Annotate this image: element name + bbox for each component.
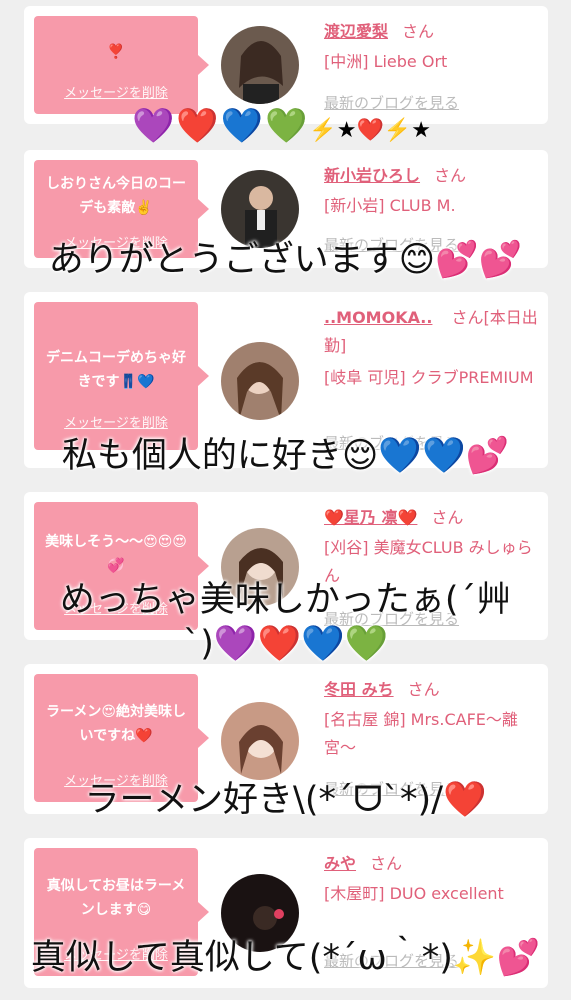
avatar[interactable] <box>221 702 299 780</box>
user-name[interactable]: ❤️星乃 凛❤️ <box>324 508 417 527</box>
shop-name: [岐阜 可児] クラブPREMIUM <box>324 368 534 387</box>
shop-name: [新小岩] CLUB M. <box>324 196 456 215</box>
user-name[interactable]: みや <box>324 854 356 873</box>
overlay-caption: 私も個人的に好き😌💙💙💕 <box>61 436 510 476</box>
honorific: さん <box>434 166 467 185</box>
message-text: 美味しそう〜〜😍😍😍💞 <box>45 534 187 574</box>
user-info: みや さん [木屋町] DUO excellent <box>324 850 538 908</box>
overlay-caption: めっちゃ美味しかったぁ(´艸 <box>59 580 512 620</box>
avatar[interactable] <box>221 342 299 420</box>
user-info: ..MOMOKA.. さん[本日出勤] [岐阜 可児] クラブPREMIUM <box>324 304 538 392</box>
overlay-caption: ありがとうございます😊💕💕 <box>48 240 523 280</box>
message-bubble: デニムコーデめちゃ好きです👖💙 メッセージを削除 <box>34 302 209 450</box>
message-text: しおりさん今日のコーデも素敵✌️ <box>46 176 186 216</box>
blue-heart-icon: 💙 <box>220 106 264 146</box>
honorific: さん <box>370 854 403 873</box>
honorific: さん <box>407 680 440 699</box>
user-name[interactable]: 渡辺愛梨 <box>324 22 388 41</box>
overlay-caption: `)💜❤️💙💚 <box>182 624 389 664</box>
red-heart-icon: ❤️ <box>176 106 219 146</box>
user-name[interactable]: 新小岩ひろし <box>324 166 420 185</box>
green-heart-icon: 💚 <box>265 106 308 146</box>
hearts-sticker: 💜❤️💙💚⚡️★❤️⚡️★ <box>132 106 433 151</box>
sparkle-heart-icon: ⚡️★❤️⚡️★ <box>309 118 431 143</box>
shop-name: [中洲] Liebe Ort <box>324 52 448 71</box>
message-text: デニムコーデめちゃ好きです👖💙 <box>46 350 186 390</box>
user-info: 新小岩ひろし さん [新小岩] CLUB M. <box>324 162 538 220</box>
message-text: ラーメン😍絶対美味しいですね❤️ <box>45 704 187 744</box>
shop-name: [木屋町] DUO excellent <box>324 884 504 903</box>
purple-heart-icon: 💜 <box>132 106 175 146</box>
user-name[interactable]: 冬田 みち <box>324 680 394 699</box>
avatar[interactable] <box>221 26 299 104</box>
honorific: さん <box>402 22 435 41</box>
user-info: 渡辺愛梨 さん [中洲] Liebe Ort <box>324 18 538 76</box>
overlay-caption: ラーメン好き\(*ˊᗜˋ*)/❤️ <box>84 780 487 820</box>
user-name[interactable]: ..MOMOKA.. <box>324 308 432 327</box>
delete-message-link[interactable]: メッセージを削除 <box>34 82 198 106</box>
avatar[interactable] <box>221 170 299 248</box>
message-bubble: ❣️ メッセージを削除 <box>34 16 209 114</box>
delete-message-link[interactable]: メッセージを削除 <box>34 412 198 436</box>
user-info: ❤️星乃 凛❤️ さん [刈谷] 美魔女CLUB みしゅらん <box>324 504 538 590</box>
shop-name: [名古屋 錦] Mrs.CAFE〜離宮〜 <box>324 710 518 757</box>
message-text: ❣️ <box>107 44 125 60</box>
message-text: 真似してお昼はラーメンします😋 <box>46 878 186 918</box>
honorific: さん <box>431 508 464 527</box>
user-info: 冬田 みち さん [名古屋 錦] Mrs.CAFE〜離宮〜 <box>324 676 538 762</box>
overlay-caption: 真似して真似して(*´ω｀*)✨💕 <box>30 938 541 978</box>
